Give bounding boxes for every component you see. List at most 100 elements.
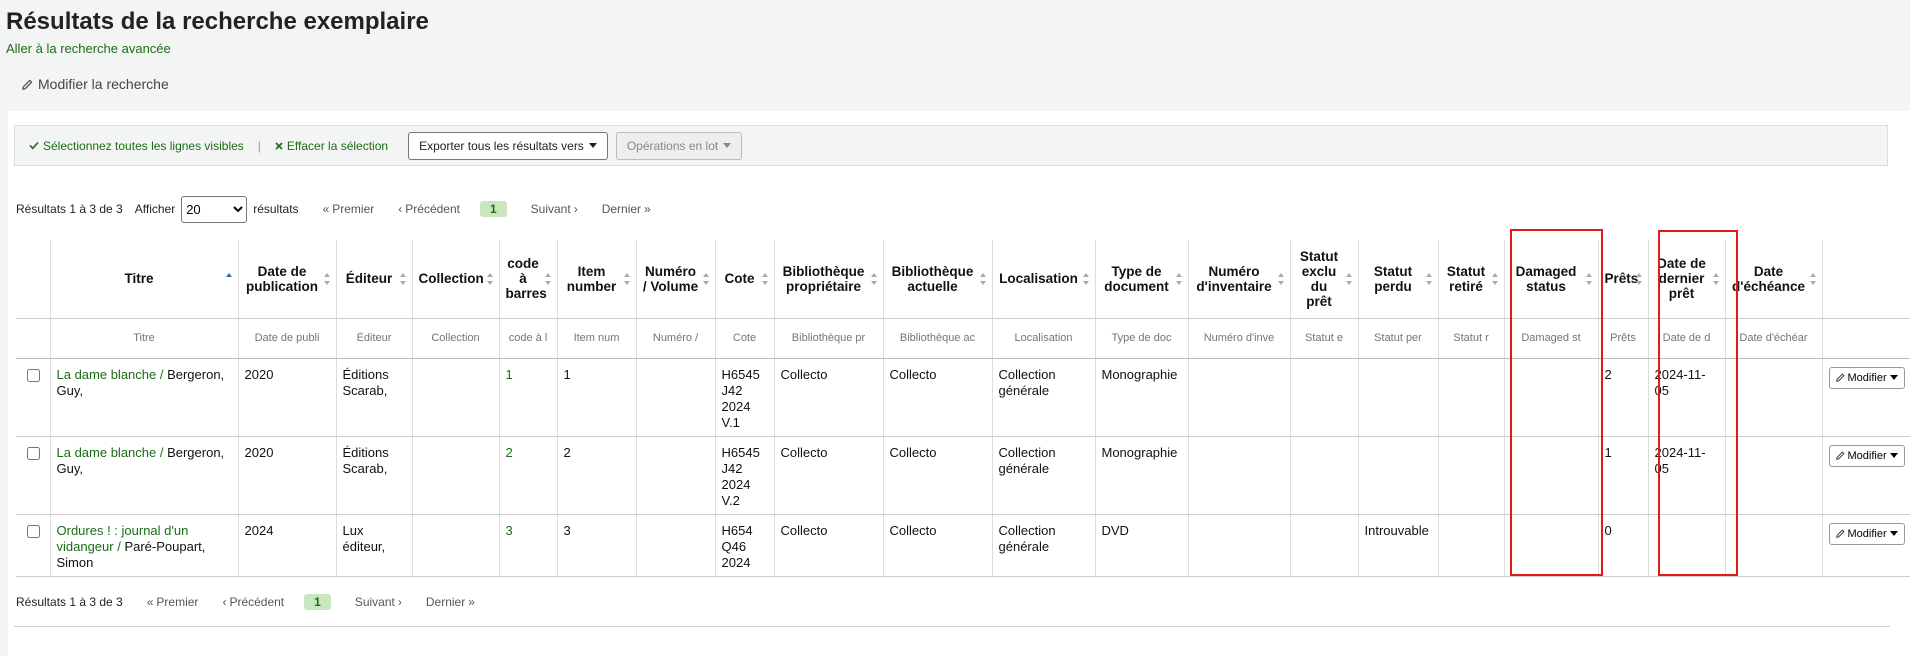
filter-due-date[interactable] (1729, 325, 1818, 351)
row-checkbox[interactable] (27, 446, 40, 460)
double-chevron-left-icon: « (322, 202, 330, 216)
previous-page-link[interactable]: ‹ Précédent (222, 595, 284, 609)
header-actions (1822, 240, 1910, 319)
pencil-icon (1835, 529, 1845, 538)
header-withdrawn[interactable]: Statut retiré (1438, 240, 1505, 319)
header-current-library[interactable]: Bibliothèque actuelle (883, 240, 993, 319)
select-all-label: Sélectionnez toutes les lignes visibles (43, 138, 244, 153)
filter-item-number[interactable] (561, 325, 632, 351)
filter-title[interactable] (54, 325, 234, 351)
title-link[interactable]: La dame blanche / (57, 367, 164, 382)
header-damaged[interactable]: Damaged status (1504, 240, 1599, 319)
export-dropdown-button[interactable]: Exporter tous les résultats vers (408, 131, 608, 160)
title-link[interactable]: La dame blanche / (57, 445, 164, 460)
first-label: Premier (156, 595, 199, 609)
last-label: Dernier (601, 202, 642, 216)
header-publisher[interactable]: Éditeur (336, 240, 413, 319)
filter-callnumber[interactable] (719, 325, 770, 351)
filter-withdrawn[interactable] (1442, 325, 1500, 351)
barcode-link[interactable]: 3 (506, 523, 513, 538)
next-page-link[interactable]: Suivant › (531, 202, 578, 216)
select-all-link[interactable]: Sélectionnez toutes les lignes visibles (29, 139, 244, 153)
filter-last-borrowed[interactable] (1652, 325, 1721, 351)
row-checkbox[interactable] (27, 524, 40, 538)
filter-current-library[interactable] (887, 325, 988, 351)
cell-date: 2024 (238, 514, 337, 577)
bottom-pagination: Résultats 1 à 3 de 3 «Premier ‹ Précédent… (16, 589, 475, 615)
header-callnumber[interactable]: Cote (715, 240, 775, 319)
filter-cell (1822, 318, 1910, 359)
clear-selection-link[interactable]: Effacer la sélection (275, 139, 388, 153)
header-notforloan[interactable]: Statut exclu du prêt (1290, 240, 1359, 319)
last-page-link[interactable]: Dernier» (426, 595, 475, 609)
last-label: Dernier (425, 595, 466, 609)
header-doc-type[interactable]: Type de document (1095, 240, 1189, 319)
page-length-select[interactable]: 20 (181, 195, 248, 223)
header-title[interactable]: Titre (50, 240, 239, 319)
header-due-date[interactable]: Date d'échéance (1725, 240, 1823, 319)
header-location[interactable]: Localisation (992, 240, 1096, 319)
filter-lost[interactable] (1362, 325, 1434, 351)
header-inventory[interactable]: Numéro d'inventaire (1188, 240, 1291, 319)
batch-operations-button[interactable]: Opérations en lot (615, 131, 743, 160)
header-label: Localisation (999, 271, 1078, 287)
cell-damaged (1504, 436, 1599, 515)
filter-inventory[interactable] (1192, 325, 1286, 351)
header-item-number[interactable]: Item number (557, 240, 637, 319)
filter-barcode[interactable] (503, 325, 553, 351)
filter-notforloan[interactable] (1294, 325, 1354, 351)
modify-item-button[interactable]: Modifier (1828, 444, 1905, 467)
first-page-link[interactable]: «Premier (323, 202, 375, 216)
header-barcode[interactable]: code à barres (499, 240, 558, 319)
cell-issues: 1 (1598, 436, 1649, 515)
modify-search-button[interactable]: Modifier la recherche (22, 76, 169, 92)
row-checkbox[interactable] (27, 368, 40, 382)
barcode-link[interactable]: 2 (506, 445, 513, 460)
header-last-borrowed[interactable]: Date de dernier prêt (1648, 240, 1726, 319)
filter-volume[interactable] (640, 325, 711, 351)
modify-item-button[interactable]: Modifier (1828, 522, 1905, 545)
cell-location: Collection générale (992, 514, 1096, 577)
cell-withdrawn (1438, 436, 1505, 515)
next-page-link[interactable]: Suivant › (355, 595, 402, 609)
previous-page-link[interactable]: ‹ Précédent (398, 202, 460, 216)
sort-icon (1491, 272, 1499, 285)
last-page-link[interactable]: Dernier» (602, 202, 651, 216)
results-label: résultats (253, 202, 299, 216)
filter-home-library[interactable] (778, 325, 879, 351)
current-page[interactable]: 1 (479, 201, 507, 217)
table-row: Ordures ! : journal d'un vidangeur / Par… (16, 514, 1910, 577)
header-collection[interactable]: Collection (412, 240, 500, 319)
header-label: code à barres (505, 256, 547, 302)
selection-toolbar: Sélectionnez toutes les lignes visibles … (14, 125, 1888, 166)
export-label: Exporter tous les résultats vers (419, 138, 584, 153)
barcode-link[interactable]: 1 (506, 367, 513, 382)
filter-issues[interactable] (1602, 325, 1644, 351)
header-label: Numéro / Volume (642, 263, 699, 294)
header-label: Statut perdu (1373, 263, 1413, 294)
cell-doc-type: Monographie (1095, 436, 1189, 515)
filter-collection[interactable] (416, 325, 495, 351)
double-chevron-left-icon: « (146, 595, 154, 609)
first-page-link[interactable]: «Premier (147, 595, 199, 609)
advanced-search-link[interactable]: Aller à la recherche avancée (6, 41, 171, 56)
pencil-icon (1835, 373, 1845, 382)
cell-collection (412, 436, 500, 515)
header-pubdate[interactable]: Date de publication (238, 240, 337, 319)
filter-damaged[interactable] (1508, 325, 1594, 351)
filter-pubdate[interactable] (242, 325, 332, 351)
filter-location[interactable] (996, 325, 1091, 351)
close-icon (275, 141, 283, 150)
filter-doc-type[interactable] (1099, 325, 1184, 351)
cell-publisher: Éditions Scarab, (336, 358, 413, 437)
header-issues[interactable]: Prêts (1598, 240, 1649, 319)
header-label: Statut retiré (1446, 263, 1486, 294)
header-volume[interactable]: Numéro / Volume (636, 240, 716, 319)
modify-item-button[interactable]: Modifier (1828, 366, 1905, 389)
filter-publisher[interactable] (340, 325, 408, 351)
header-home-library[interactable]: Bibliothèque propriétaire (774, 240, 884, 319)
header-label: Titre (124, 271, 154, 287)
header-lost[interactable]: Statut perdu (1358, 240, 1439, 319)
cell-last-borrowed: 2024-11-05 (1648, 436, 1726, 515)
current-page[interactable]: 1 (304, 594, 331, 610)
